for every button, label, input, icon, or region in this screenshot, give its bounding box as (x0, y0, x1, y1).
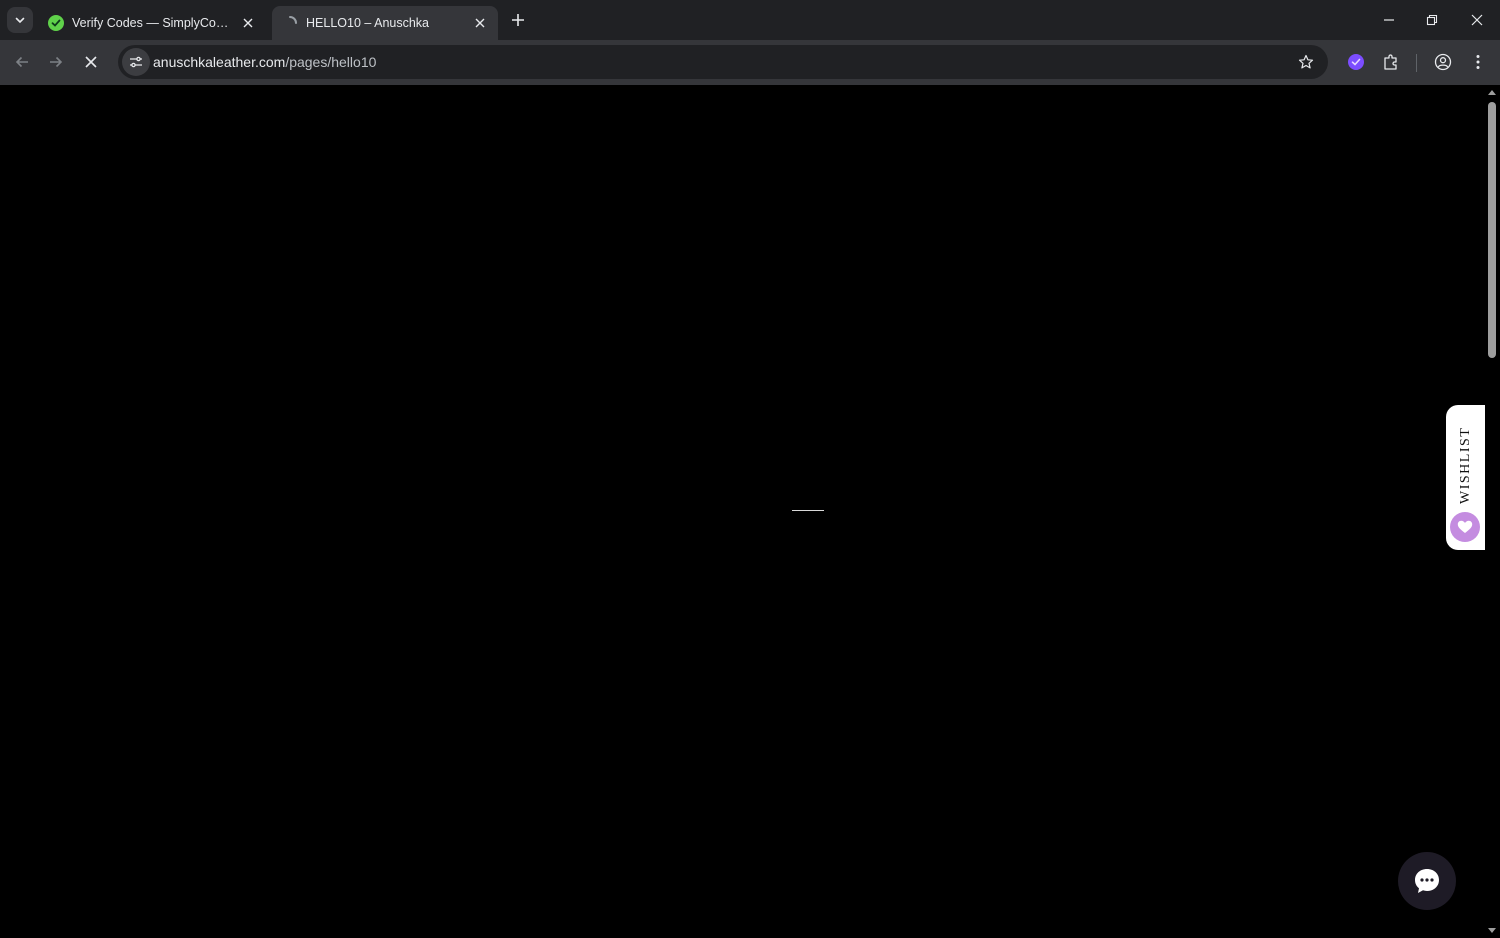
simplycodes-extension-icon (1348, 54, 1364, 70)
stop-loading-button[interactable] (79, 50, 103, 74)
back-button[interactable] (10, 50, 34, 74)
tune-icon (130, 56, 142, 68)
toolbar-divider (1416, 54, 1417, 72)
close-icon (85, 56, 97, 68)
close-icon (1471, 14, 1483, 26)
page-scrollbar[interactable] (1485, 85, 1500, 938)
new-tab-button[interactable] (508, 10, 528, 30)
address-bar[interactable]: anuschkaleather.com/pages/hello10 (118, 45, 1328, 79)
plus-icon (512, 14, 524, 26)
tab-title: HELLO10 – Anuschka (306, 16, 429, 30)
url-host: anuschkaleather.com (153, 54, 286, 70)
arrow-right-icon (50, 56, 63, 68)
scroll-down-arrow-icon[interactable] (1487, 927, 1497, 935)
minimize-button[interactable] (1377, 8, 1401, 32)
scroll-up-arrow-icon[interactable] (1487, 88, 1497, 96)
extensions-button[interactable] (1380, 51, 1402, 73)
heart-icon (1450, 512, 1480, 542)
arrow-left-icon (15, 56, 28, 68)
tab-anuschka[interactable]: HELLO10 – Anuschka (272, 6, 498, 40)
loading-spinner-icon (289, 16, 297, 24)
site-info-button[interactable] (122, 48, 150, 76)
page-viewport: WISHLIST (0, 85, 1500, 938)
simplycodes-logo-icon (48, 15, 64, 31)
puzzle-icon (1384, 54, 1397, 70)
url-text[interactable]: anuschkaleather.com/pages/hello10 (153, 54, 376, 70)
wishlist-tab-button[interactable]: WISHLIST (1446, 405, 1486, 550)
tab-simplycodes[interactable]: Verify Codes — SimplyCodes (38, 6, 266, 40)
minimize-icon (1384, 19, 1394, 21)
browser-menu-button[interactable] (1467, 51, 1489, 73)
forward-button[interactable] (44, 50, 68, 74)
wishlist-label: WISHLIST (1458, 426, 1473, 504)
star-icon (1298, 54, 1314, 69)
simplycodes-extension-button[interactable] (1345, 51, 1367, 73)
profile-button[interactable] (1432, 51, 1454, 73)
restore-icon (1426, 14, 1438, 26)
tab-strip: Verify Codes — SimplyCodes HELLO10 – Anu… (0, 0, 1500, 40)
close-tab-icon[interactable] (240, 15, 256, 31)
scrollbar-thumb[interactable] (1488, 102, 1496, 358)
url-path: /pages/hello10 (285, 54, 377, 70)
browser-toolbar: anuschkaleather.com/pages/hello10 (0, 40, 1500, 85)
chat-widget-button[interactable] (1398, 852, 1456, 910)
account-circle-icon (1434, 53, 1452, 71)
tab-search-button[interactable] (7, 7, 33, 33)
tab-title: Verify Codes — SimplyCodes (72, 16, 234, 30)
page-loader (792, 510, 824, 511)
restore-button[interactable] (1420, 8, 1444, 32)
chat-bubble-icon (1415, 869, 1439, 893)
chevron-down-icon (15, 17, 25, 24)
close-tab-icon[interactable] (472, 15, 488, 31)
more-vertical-icon (1476, 55, 1480, 69)
bookmark-star-button[interactable] (1296, 52, 1316, 72)
close-window-button[interactable] (1465, 8, 1489, 32)
